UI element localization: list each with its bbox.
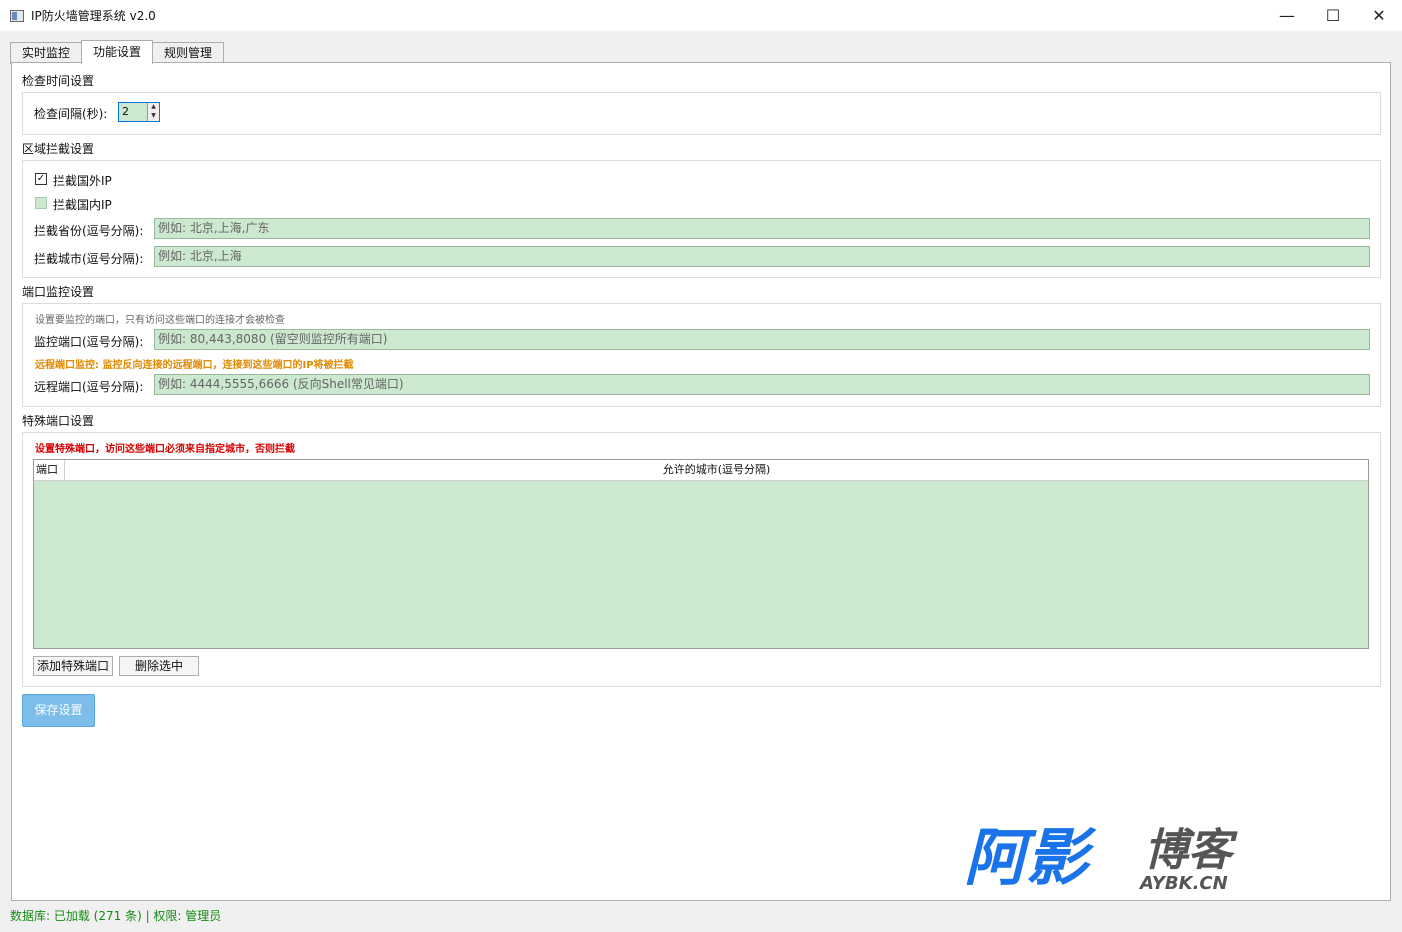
check-time-group-title: 检查时间设置 — [22, 74, 95, 88]
province-input[interactable]: 例如: 北京,上海,广东 — [154, 218, 1370, 239]
watermark-logo: 阿影 博客 AYBK.CN — [964, 821, 1238, 894]
city-label: 拦截城市(逗号分隔): — [34, 252, 144, 266]
region-block-group-title: 区域拦截设置 — [22, 142, 95, 156]
window-title: IP防火墙管理系统 v2.0 — [31, 9, 156, 23]
monitor-port-label: 监控端口(逗号分隔): — [34, 335, 144, 349]
interval-value: 2 — [122, 105, 129, 118]
app-icon — [10, 9, 24, 22]
block-domestic-checkbox[interactable] — [35, 197, 47, 209]
remote-port-input[interactable]: 例如: 4444,5555,6666 (反向Shell常见端口) — [154, 374, 1370, 395]
region-block-group: ✓ 拦截国外IP 拦截国内IP 拦截省份(逗号分隔): 例如: 北京,上海,广东… — [22, 160, 1381, 278]
window-controls: — ☐ ✕ — [1264, 0, 1402, 31]
delete-selected-button[interactable]: 删除选中 — [119, 656, 199, 676]
watermark-main-2: 博客 — [1144, 825, 1238, 876]
spin-arrows[interactable]: ▲ ▼ — [147, 103, 159, 121]
tab-bar: 实时监控 功能设置 规则管理 — [10, 40, 225, 64]
tab-function-settings[interactable]: 功能设置 — [81, 40, 154, 64]
maximize-button[interactable]: ☐ — [1310, 0, 1356, 31]
special-port-warning: 设置特殊端口，访问这些端口必须来自指定城市，否则拦截 — [35, 444, 295, 455]
close-button[interactable]: ✕ — [1356, 0, 1402, 31]
monitor-port-input[interactable]: 例如: 80,443,8080 (留空则监控所有端口) — [154, 329, 1370, 350]
block-domestic-label: 拦截国内IP — [53, 198, 112, 212]
spin-up-icon[interactable]: ▲ — [148, 103, 159, 112]
add-special-port-button[interactable]: 添加特殊端口 — [33, 656, 113, 676]
block-foreign-checkbox[interactable]: ✓ — [35, 173, 47, 185]
port-monitor-group-title: 端口监控设置 — [22, 285, 95, 299]
check-time-group: 检查间隔(秒): 2 ▲ ▼ — [22, 92, 1381, 135]
province-label: 拦截省份(逗号分隔): — [34, 224, 144, 238]
tab-rule-management[interactable]: 规则管理 — [152, 42, 225, 64]
watermark-sub: AYBK.CN — [1138, 873, 1228, 894]
watermark-main: 阿影 — [964, 821, 1097, 894]
table-header: 端口 允许的城市(逗号分隔) — [34, 460, 1368, 481]
spin-down-icon[interactable]: ▼ — [148, 112, 159, 121]
settings-panel: 检查时间设置 检查间隔(秒): 2 ▲ ▼ 区域拦截设置 ✓ 拦截国外IP 拦截… — [11, 62, 1391, 901]
special-port-group-title: 特殊端口设置 — [22, 414, 95, 428]
interval-label: 检查间隔(秒): — [34, 107, 108, 121]
save-settings-button[interactable]: 保存设置 — [22, 694, 95, 727]
remote-port-label: 远程端口(逗号分隔): — [34, 380, 144, 394]
remote-port-hint: 远程端口监控: 监控反向连接的远程端口，连接到这些端口的IP将被拦截 — [35, 360, 354, 371]
interval-spinbox[interactable]: 2 ▲ ▼ — [118, 102, 160, 122]
minimize-button[interactable]: — — [1264, 0, 1310, 31]
port-monitor-hint: 设置要监控的端口，只有访问这些端口的连接才会被检查 — [35, 315, 285, 326]
title-bar: IP防火墙管理系统 v2.0 — ☐ ✕ — [0, 0, 1402, 31]
city-input[interactable]: 例如: 北京,上海 — [154, 246, 1370, 267]
port-monitor-group: 设置要监控的端口，只有访问这些端口的连接才会被检查 监控端口(逗号分隔): 例如… — [22, 303, 1381, 407]
tab-realtime-monitor[interactable]: 实时监控 — [10, 42, 83, 64]
block-foreign-label: 拦截国外IP — [53, 174, 112, 188]
special-port-table[interactable]: 端口 允许的城市(逗号分隔) — [33, 459, 1369, 649]
column-header-allowed-cities[interactable]: 允许的城市(逗号分隔) — [65, 460, 1368, 480]
status-bar: 数据库: 已加载 (271 条) | 权限: 管理员 — [0, 904, 1402, 932]
column-header-port[interactable]: 端口 — [34, 460, 65, 480]
